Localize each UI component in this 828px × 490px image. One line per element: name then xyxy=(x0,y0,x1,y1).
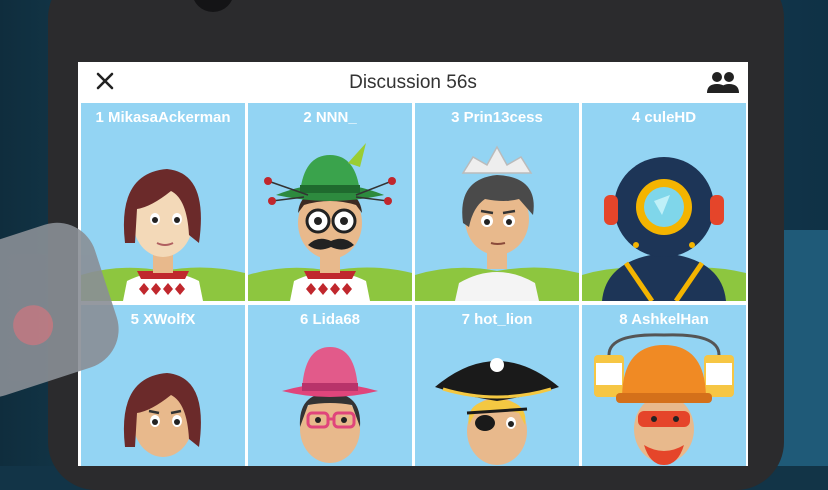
top-bar: Discussion 56s xyxy=(78,62,748,102)
player-tile[interactable]: 1 MikasaAckerman xyxy=(81,103,245,301)
people-icon[interactable] xyxy=(706,69,740,95)
avatar xyxy=(282,347,378,463)
app-screen: Discussion 56s 1 MikasaAckerman 2 NNN_ 3… xyxy=(78,62,748,466)
page-title: Discussion 56s xyxy=(349,72,477,93)
avatar xyxy=(415,145,579,301)
avatar xyxy=(248,143,412,301)
avatar xyxy=(81,169,245,301)
player-grid: 1 MikasaAckerman 2 NNN_ 3 Prin13cess 4 c… xyxy=(78,103,748,466)
player-name: 7 hot_lion xyxy=(461,311,533,328)
player-tile[interactable]: 7 hot_lion xyxy=(415,305,579,466)
player-name: 2 NNN_ xyxy=(303,109,357,126)
player-name: 8 AshkelHan xyxy=(619,311,709,328)
player-tile[interactable]: 2 NNN_ xyxy=(248,103,412,301)
player-tile[interactable]: 6 Lida68 xyxy=(248,305,412,466)
avatar xyxy=(435,358,559,465)
player-name: 1 MikasaAckerman xyxy=(95,109,231,126)
avatar xyxy=(594,333,734,465)
player-tile[interactable]: 3 Prin13cess xyxy=(415,103,579,301)
avatar xyxy=(582,157,746,301)
player-name: 6 Lida68 xyxy=(299,311,361,328)
player-tile[interactable]: 8 AshkelHan xyxy=(582,305,746,466)
player-name: 3 Prin13cess xyxy=(451,109,543,126)
player-name: 4 culeHD xyxy=(631,109,697,126)
fingernail xyxy=(7,300,59,351)
player-tile[interactable]: 4 culeHD xyxy=(582,103,746,301)
front-camera xyxy=(192,0,234,12)
